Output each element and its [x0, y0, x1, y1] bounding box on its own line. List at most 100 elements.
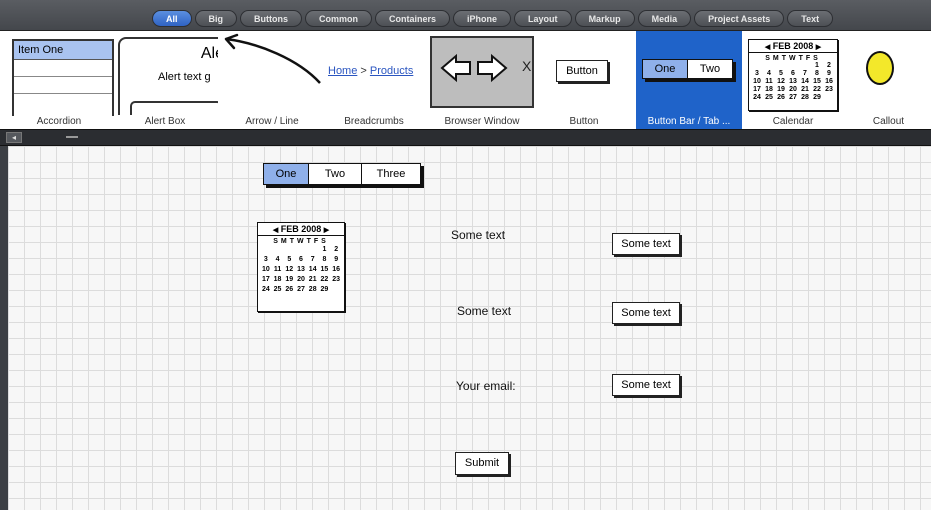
library-label: Arrow / Line: [245, 116, 299, 127]
library-item-callout[interactable]: Callout: [846, 31, 931, 130]
alert-box-preview: Ale Alert text g: [118, 37, 218, 115]
breadcrumb-home: Home: [328, 65, 358, 77]
library-item-calendar[interactable]: ◀ FEB 2008 ▶ SMTWTFS 1 2 3 4 5 6 7 8 9 10 11 12 13 14…: [742, 31, 844, 130]
canvas-calendar[interactable]: ◀ FEB 2008 ▶ SMTWTFS 1 2 3 4 5 6 7 8 9 10 11 12 13 14…: [257, 222, 345, 312]
browser-nav-arrows-icon: [440, 53, 508, 83]
calendar-day: 11: [765, 78, 773, 85]
calendar-day: 29: [813, 94, 821, 101]
category-tab-big[interactable]: Big: [194, 10, 238, 27]
calendar-day: [763, 62, 775, 70]
canvas-tab-two[interactable]: Two: [309, 164, 362, 184]
calendar-header: ◀ FEB 2008 ▶: [749, 40, 837, 53]
breadcrumb: Home > Products: [328, 65, 413, 77]
browser-close-icon: X: [522, 58, 532, 74]
category-tab-text[interactable]: Text: [787, 10, 834, 27]
canvas-tab-one[interactable]: One: [264, 164, 309, 184]
category-tab-common[interactable]: Common: [305, 10, 373, 27]
library-label: Accordion: [36, 116, 82, 127]
category-tab-project-assets[interactable]: Project Assets: [694, 10, 785, 27]
calendar-preview: ◀ FEB 2008 ▶ SMTWTFS 1 2 3 4 5 6 7 8 9 10 11 12 13 14…: [748, 39, 838, 111]
alert-button-outline: [130, 101, 218, 115]
category-bar: All Big Buttons Common Containers iPhone…: [0, 0, 931, 30]
calendar-next-icon[interactable]: ▶: [324, 227, 329, 234]
library-splitter[interactable]: ◂: [0, 129, 931, 146]
breadcrumb-separator: >: [360, 65, 367, 77]
calendar-day: 12: [285, 266, 294, 273]
calendar-day: 28: [801, 94, 809, 101]
library-item-browser-window[interactable]: X Browser Window: [430, 31, 534, 130]
calendar-day: 24: [753, 94, 761, 101]
canvas-input-2[interactable]: Some text: [612, 302, 680, 324]
button-preview: Button: [556, 60, 608, 82]
canvas-tab-three[interactable]: Three: [362, 164, 420, 184]
calendar-day: [751, 62, 763, 70]
category-tab-containers[interactable]: Containers: [375, 10, 451, 27]
calendar-prev-icon: ◀: [764, 44, 771, 51]
calendar-day: 21: [308, 276, 317, 283]
canvas-button-bar[interactable]: One Two Three: [263, 163, 421, 185]
calendar-day: 18: [765, 86, 773, 93]
accordion-item-one: Item One: [14, 41, 112, 60]
library-label: Alert Box: [144, 116, 186, 127]
alert-text: Alert text g: [158, 71, 211, 83]
calendar-day: 13: [297, 266, 305, 273]
browser-window-preview: X: [430, 36, 534, 108]
calendar-day: 13: [789, 78, 797, 85]
calendar-day: 14: [308, 266, 317, 273]
calendar-weekdays: SMTWTFS: [273, 238, 329, 245]
calendar-day: 2: [827, 62, 831, 69]
calendar-day: 23: [825, 86, 833, 93]
calendar-prev-icon[interactable]: ◀: [273, 227, 278, 234]
collapse-library-icon[interactable]: ◂: [6, 132, 22, 143]
calendar-day: [775, 62, 787, 70]
library-label: Breadcrumbs: [344, 116, 404, 127]
category-tab-iphone[interactable]: iPhone: [453, 10, 512, 27]
calendar-day: [307, 245, 319, 255]
calendar-days: 1 2 3 4 5 6 7 8 9 10 11 12 13 14 15 16 17 18 19 20 21 22 23 24 2…: [749, 62, 837, 102]
splitter-grip-icon[interactable]: [66, 136, 78, 138]
library-item-button[interactable]: Button Button: [534, 31, 634, 130]
calendar-day: 10: [261, 266, 270, 273]
category-tab-all[interactable]: All: [152, 10, 192, 27]
canvas-input-1[interactable]: Some text: [612, 233, 680, 255]
calendar-weekdays: SMTWTFS: [765, 55, 821, 62]
accordion-preview: Item One: [12, 39, 114, 116]
callout-icon: [866, 51, 894, 85]
category-tab-markup[interactable]: Markup: [574, 10, 635, 27]
calendar-month: FEB 2008: [772, 41, 814, 51]
arrow-line-icon: [224, 33, 321, 84]
calendar-day: 25: [765, 94, 773, 101]
component-library: Item One Accordion Ale Alert text g Aler…: [0, 30, 931, 130]
calendar-day: 20: [297, 276, 305, 283]
calendar-day: 11: [273, 266, 282, 273]
calendar-day: 16: [332, 266, 341, 273]
calendar-day: 19: [285, 276, 294, 283]
email-label: Your email:: [456, 379, 516, 393]
calendar-day: 1: [815, 62, 819, 69]
category-tab-layout[interactable]: Layout: [514, 10, 572, 27]
calendar-day: 12: [777, 78, 785, 85]
calendar-day: 18: [273, 276, 282, 283]
library-item-accordion[interactable]: Item One Accordion: [0, 31, 118, 130]
calendar-day: 28: [308, 286, 317, 293]
mockup-canvas[interactable]: One Two Three ◀ FEB 2008 ▶ SMTWTFS 12345…: [8, 146, 931, 510]
category-tab-media[interactable]: Media: [637, 10, 692, 27]
email-field[interactable]: Some text: [612, 374, 680, 396]
category-tab-buttons[interactable]: Buttons: [240, 10, 303, 27]
submit-button[interactable]: Submit: [455, 452, 509, 475]
accordion-row: [14, 77, 112, 94]
calendar-header: ◀ FEB 2008 ▶: [258, 223, 344, 236]
library-label: Callout: [872, 116, 905, 127]
button-bar-seg-one: One: [643, 60, 688, 78]
calendar-day: 8: [815, 70, 819, 77]
library-item-alert-box[interactable]: Ale Alert text g Alert Box: [112, 31, 218, 130]
calendar-day: 10: [753, 78, 761, 85]
calendar-day: 6: [299, 256, 303, 263]
alert-title: Ale: [200, 45, 218, 62]
library-item-breadcrumbs[interactable]: Home > Products Breadcrumbs: [320, 31, 428, 130]
calendar-day: 19: [777, 86, 785, 93]
library-item-button-bar[interactable]: One Two Button Bar / Tab ...: [636, 31, 742, 130]
calendar-day: 27: [789, 94, 797, 101]
library-item-arrow-line[interactable]: Arrow / Line: [218, 31, 326, 130]
calendar-day: 27: [297, 286, 305, 293]
